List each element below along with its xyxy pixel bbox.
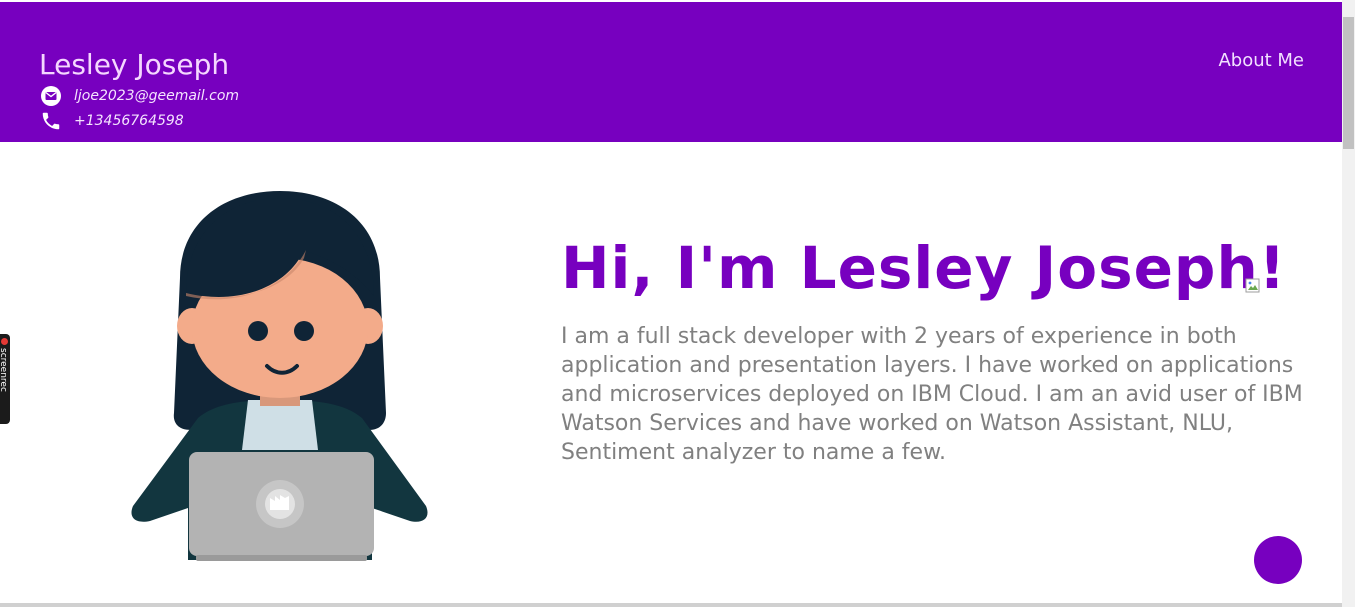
email-row: ljoe2023@geemail.com [39, 85, 239, 107]
vertical-scrollbar[interactable] [1342, 0, 1355, 607]
hero-description: I am a full stack developer with 2 years… [561, 324, 1303, 465]
phone-icon [39, 110, 63, 132]
screenrec-label: screenrec [0, 348, 8, 392]
site-header: Lesley Joseph ljoe2023@geemail.com +1345… [0, 2, 1342, 142]
email-text[interactable]: ljoe2023@geemail.com [74, 88, 239, 104]
header-name: Lesley Joseph [39, 48, 230, 81]
screenrec-widget[interactable]: screenrec [0, 334, 10, 424]
phone-row: +13456764598 [39, 110, 184, 132]
floating-action-button[interactable] [1254, 536, 1302, 584]
broken-image-icon [1245, 278, 1261, 294]
email-icon [39, 85, 63, 107]
record-icon [1, 338, 8, 345]
nav-about-me[interactable]: About Me [1218, 50, 1304, 71]
horizontal-scrollbar[interactable] [0, 603, 1342, 607]
developer-illustration [128, 188, 430, 562]
hero-title: Hi, I'm Lesley Joseph! [561, 234, 1287, 302]
scrollbar-thumb[interactable] [1343, 17, 1354, 149]
phone-text[interactable]: +13456764598 [74, 113, 184, 129]
